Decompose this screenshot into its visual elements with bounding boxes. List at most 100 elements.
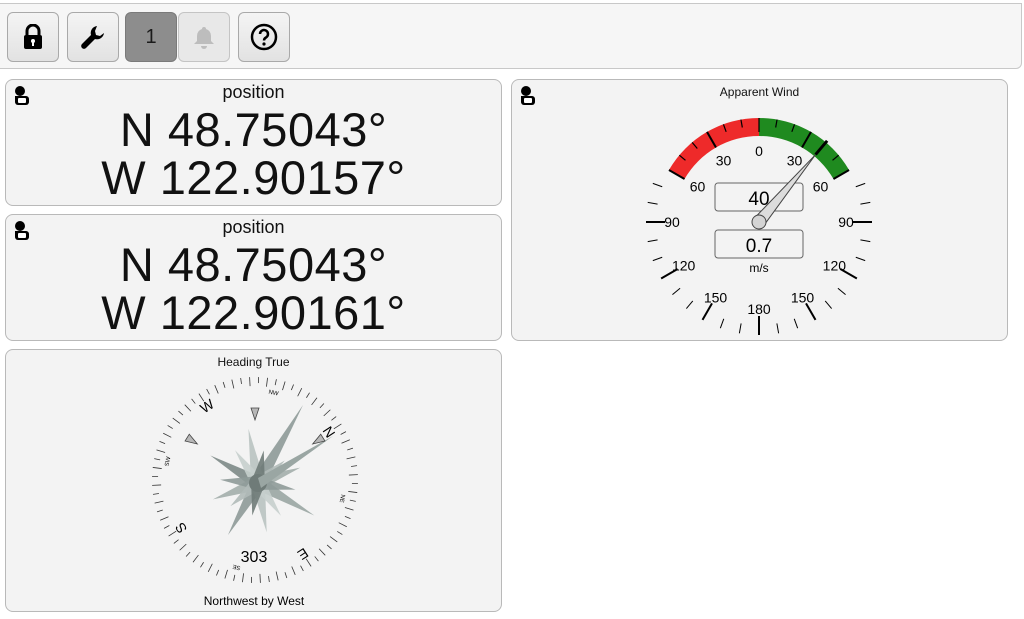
- compass-tick: [338, 522, 347, 528]
- compass-marker: [184, 433, 199, 445]
- position-panel-1[interactable]: position N 48.75043° W 122.90157°: [5, 79, 502, 206]
- compass-intercardinal-label: NE: [338, 494, 346, 503]
- wind-tick: [652, 256, 663, 262]
- compass: NESWNESESWNW 303 Northwest by West: [152, 377, 358, 608]
- compass-tick: [268, 576, 270, 583]
- compass-tick: [242, 573, 244, 583]
- compass-tick: [173, 539, 179, 544]
- compass-tick: [311, 397, 318, 406]
- wind-scale-label: 60: [813, 179, 829, 195]
- compass-tick: [326, 544, 332, 550]
- wind-scale-label: 180: [747, 301, 771, 317]
- compass-tick: [216, 569, 220, 576]
- wind-tick: [672, 287, 681, 296]
- compass-tick: [206, 388, 210, 395]
- compass-cardinal-label: W: [197, 395, 217, 416]
- compass-tick: [300, 565, 304, 572]
- position-panel-2[interactable]: position N 48.75043° W 122.90161°: [5, 214, 502, 341]
- wind-speed-value: 0.7: [746, 236, 772, 257]
- page-1-label: 1: [145, 25, 157, 48]
- wind-tick: [824, 300, 833, 309]
- compass-tick: [349, 499, 356, 502]
- help-button[interactable]: [238, 12, 290, 62]
- compass-cardinal-label: S: [172, 520, 191, 537]
- compass-tick: [179, 543, 187, 551]
- compass-cardinal-label: E: [295, 545, 312, 564]
- compass-tick: [341, 439, 350, 444]
- compass-tick: [282, 381, 286, 391]
- compass-tick: [340, 431, 347, 435]
- compass-tick: [314, 556, 319, 562]
- bell-icon: [194, 27, 214, 49]
- compass-rose: [210, 405, 333, 535]
- compass-tick: [240, 377, 242, 384]
- wind-tick: [685, 300, 694, 309]
- compass-tick: [284, 572, 288, 579]
- compass-intercardinal-label: SW: [165, 456, 173, 467]
- wind-tick: [647, 239, 658, 243]
- heading-value: 303: [241, 549, 268, 566]
- wind-tick: [860, 201, 871, 205]
- wind-scale-label: 90: [838, 214, 854, 230]
- wind-gauge: 030 3060 6090 90120 120150 150180 40 0.7 m/s: [646, 118, 872, 335]
- compass-tick: [346, 456, 356, 460]
- wind-tick: [738, 323, 742, 334]
- compass-tick: [318, 548, 326, 556]
- wind-scale-label: 120: [672, 258, 696, 274]
- compass-tick: [275, 571, 279, 581]
- compass-tick: [154, 500, 164, 504]
- wind-scale-label: 90: [664, 214, 680, 230]
- compass-tick: [200, 562, 204, 568]
- compass-tick: [344, 507, 354, 511]
- compass-tick: [290, 384, 294, 391]
- compass-tick: [184, 404, 192, 412]
- wind-scale-label: 0: [755, 143, 763, 159]
- compass-tick: [297, 388, 303, 397]
- alarm-button[interactable]: [178, 12, 230, 62]
- compass-tick: [231, 379, 235, 389]
- compass-tick: [233, 574, 236, 581]
- lock-button[interactable]: [7, 12, 59, 62]
- page-1-button[interactable]: 1: [125, 12, 177, 62]
- compass-tick: [192, 554, 199, 563]
- compass-tick: [306, 392, 310, 398]
- compass-tick: [156, 509, 163, 513]
- apparent-wind-panel[interactable]: Apparent Wind 0 30 30 60 60 90 90 120 120 150 150 1…: [511, 79, 1008, 341]
- compass-tick: [319, 403, 325, 409]
- wind-tick: [701, 302, 713, 321]
- position-title: position: [222, 82, 285, 102]
- compass-tick: [323, 409, 331, 417]
- wind-needle-hub: [751, 214, 767, 230]
- compass-tick: [152, 493, 159, 495]
- longitude-value: W 122.90157°: [101, 151, 406, 204]
- compass-tick: [266, 377, 268, 387]
- wind-tick: [719, 318, 725, 329]
- port-sector: [668, 118, 759, 179]
- wrench-icon: [81, 26, 104, 49]
- compass-tick: [224, 569, 228, 579]
- wind-speed-unit: m/s: [749, 261, 768, 275]
- compass-tick: [191, 398, 196, 404]
- compass-intercardinal-label: NW: [268, 390, 279, 398]
- compass-tick: [160, 516, 169, 521]
- wind-tick: [793, 318, 799, 329]
- heading-description: Northwest by West: [204, 594, 305, 608]
- lock-icon: [24, 24, 42, 49]
- heading-panel[interactable]: Heading True N E S W NE SE SW NW 303 Northwest …: [5, 349, 502, 612]
- latitude-value: N 48.75043°: [119, 238, 388, 291]
- wind-scale-label: 30: [787, 153, 803, 169]
- settings-button[interactable]: [67, 12, 119, 62]
- compass-tick: [351, 465, 358, 467]
- wind-scale-label: 120: [823, 258, 847, 274]
- wind-tick: [860, 239, 871, 243]
- wind-scale-label: 60: [690, 179, 706, 195]
- compass-tick: [156, 449, 166, 453]
- compass-tick: [163, 525, 170, 529]
- wind-tick: [837, 287, 846, 296]
- compass-tick: [344, 515, 351, 519]
- heading-lubber-marker: [250, 407, 260, 422]
- compass-tick: [207, 563, 213, 572]
- wind-scale-label: 150: [704, 289, 728, 305]
- wind-tick: [855, 182, 866, 188]
- wind-tick: [776, 323, 780, 334]
